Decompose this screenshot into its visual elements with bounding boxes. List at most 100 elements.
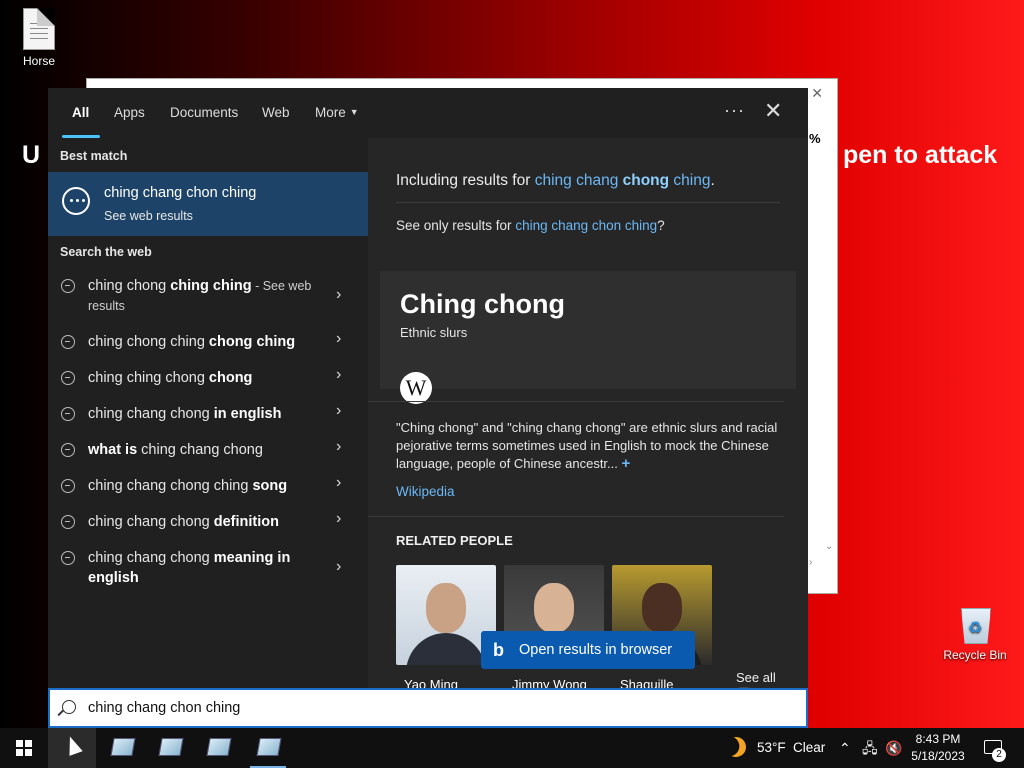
clock-time: 8:43 PM [915,732,961,746]
suggestion-bold-text: ching ching [170,278,252,294]
search-input[interactable] [88,690,788,726]
search-suggestion-icon [61,515,75,529]
tab-more[interactable]: More ▼ [315,105,359,120]
taskbar: 53°F Clear ⌃ 🖧 🔇 8:43 PM 5/18/2023 2 [0,728,1024,768]
search-suggestion-icon [61,371,75,385]
wikipedia-link[interactable]: Wikipedia [396,484,455,499]
chevron-up-icon[interactable]: ⌃ [839,728,851,768]
search-suggestion-icon [61,407,75,421]
chevron-right-icon: › [336,330,342,347]
suggestion-bold-text: song [252,478,288,494]
open-in-browser-button[interactable]: b Open results in browser [481,631,695,669]
including-part-c: ching [669,172,711,189]
including-prefix: Including results for [396,172,535,189]
best-match-subtitle: See web results [104,209,193,223]
scroll-right-icon[interactable]: › [809,557,812,568]
divider [368,401,784,402]
best-match-title: ching chang chon ching [104,185,257,201]
search-box[interactable] [48,688,808,728]
divider [368,516,784,517]
entity-card[interactable]: Ching chong Ethnic slurs [380,271,796,389]
related-people-heading: RELATED PEOPLE [396,533,513,548]
network-icon[interactable]: 🖧 [862,728,878,768]
desktop-icon-horse[interactable]: Horse [4,8,74,68]
entity-subtitle: Ethnic slurs [400,325,468,340]
suggestion-bold-text: chong [208,370,253,386]
clock[interactable]: 8:43 PM 5/18/2023 [906,731,970,765]
see-all-link[interactable]: See all [736,670,776,685]
person-name: Shaquille [620,677,674,688]
only-results-link[interactable]: ching chang chon ching [515,218,657,233]
best-match-heading: Best match [60,149,128,163]
suggestion-item[interactable]: ching chong ching chong ching › [48,330,368,354]
suggestion-item[interactable]: ching ching chong chong › [48,366,368,390]
taskbar-app[interactable] [194,728,242,768]
suggestion-item[interactable]: ching chang chong meaning in english › [48,546,368,592]
tab-apps[interactable]: Apps [114,105,145,120]
taskbar-app[interactable] [146,728,194,768]
weather-moon-icon[interactable] [723,734,749,760]
including-results-link[interactable]: ching chang chong ching [535,172,711,189]
desktop-icon-recycle-bin[interactable]: ♻ Recycle Bin [940,602,1010,662]
suggestion-item[interactable]: ching chang chong definition › [48,510,368,534]
search-flyout: All Apps Documents Web More ▼ ··· ✕ Best … [48,88,808,688]
tab-more-label: More [315,105,346,120]
start-button[interactable] [0,728,48,768]
only-results-text: See only results for ching chang chon ch… [396,218,665,233]
search-suggestion-icon [61,335,75,349]
chevron-right-icon: › [336,474,342,491]
taskbar-search-button[interactable] [48,728,96,768]
suggestion-text: ching chang chong [88,406,214,422]
including-part-a: ching chang [534,172,623,189]
search-icon [62,700,76,714]
suggestion-item[interactable]: what is ching chang chong › [48,438,368,462]
person-name: Jimmy Wong [512,677,587,688]
suggestion-text: ching chang chong [88,550,214,566]
entity-description-text: "Ching chong" and "ching chang chong" ar… [396,420,778,471]
tab-web[interactable]: Web [262,105,290,120]
chevron-right-icon: › [336,510,342,527]
more-options-icon[interactable]: ··· [724,100,745,121]
file-icon [23,8,55,50]
app-window-icon [256,738,282,756]
results-list: Best match ching chang chon ching See we… [48,138,368,688]
expand-description-button[interactable]: + [622,455,631,472]
search-suggestion-icon [61,479,75,493]
close-icon[interactable]: ✕ [764,98,782,124]
wikipedia-icon[interactable]: W [400,372,432,404]
weather-temperature[interactable]: 53°F [757,728,786,768]
best-match-item[interactable]: ching chang chon ching See web results [48,172,368,236]
taskbar-app[interactable] [98,728,146,768]
desktop-icon-label: Horse [22,54,55,68]
suggestion-item[interactable]: ching chang chong in english › [48,402,368,426]
including-results-text: Including results for ching chang chong … [396,172,715,190]
clock-date: 5/18/2023 [911,749,965,763]
app-window-icon [206,738,232,756]
weather-condition[interactable]: Clear [793,728,825,768]
suggestion-text: ching chang chong ching [88,478,253,494]
preview-pane: Including results for ching chang chong … [368,138,808,688]
including-end: . [710,172,715,189]
suggestion-text: ching chang chong [137,442,263,458]
suggestion-item[interactable]: ching chong ching ching - See web result… [48,274,368,320]
search-tabs: All Apps Documents Web More ▼ ··· ✕ [48,88,808,138]
bing-icon: b [493,640,504,660]
taskbar-app[interactable] [244,728,292,768]
app-window-icon [158,738,184,756]
scroll-down-icon[interactable]: ⌄ [825,541,833,552]
including-part-b: chong [622,172,670,189]
tab-all[interactable]: All [72,105,89,120]
suggestion-text: ching chang chong [88,514,214,530]
suggestion-bold-text: what is [88,442,138,458]
person-name: Yao Ming [404,677,458,688]
only-prefix: See only results for [396,218,516,233]
tab-documents[interactable]: Documents [170,105,238,120]
recycle-bin-icon: ♻ [957,602,993,644]
volume-muted-icon[interactable]: 🔇 [885,728,902,768]
suggestion-item[interactable]: ching chang chong ching song › [48,474,368,498]
mouse-cursor-icon [63,734,83,756]
suggestion-text: ching chong ching [88,334,209,350]
search-suggestion-icon [61,551,75,565]
open-in-browser-label: Open results in browser [519,642,673,658]
close-icon[interactable]: ✕ [811,85,823,102]
